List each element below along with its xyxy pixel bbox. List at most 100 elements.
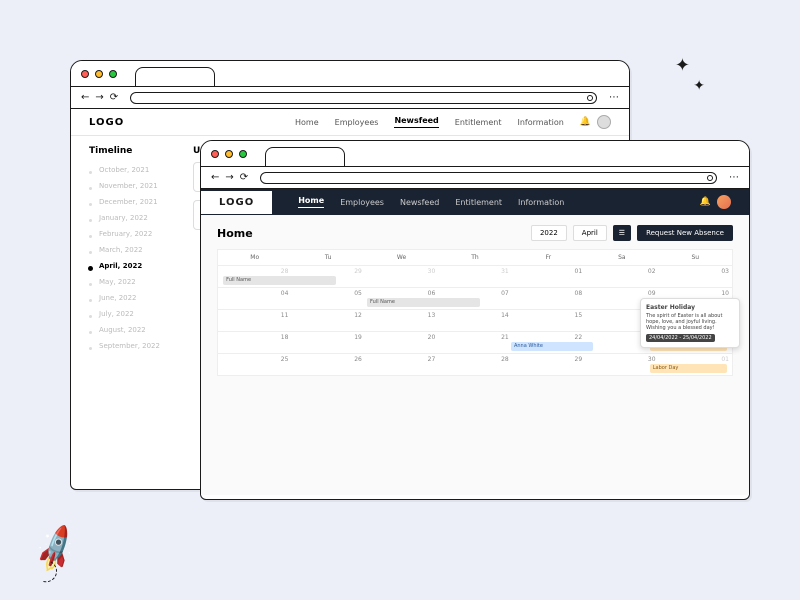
rocket-icon: 🚀 <box>29 523 84 577</box>
day-header: Mo <box>218 254 291 261</box>
calendar-cell[interactable]: 26 <box>291 354 364 375</box>
browser-toolbar: ← → ⟳ ⋯ <box>201 167 749 189</box>
url-bar[interactable] <box>260 172 717 184</box>
calendar-cell[interactable]: 12 <box>291 310 364 331</box>
calendar-cell[interactable]: 18 <box>218 332 291 353</box>
filter-icon[interactable]: ☰ <box>613 225 631 241</box>
event-bar[interactable]: Labor Day <box>650 364 727 373</box>
calendar-cell[interactable]: 25 <box>218 354 291 375</box>
calendar-cell[interactable]: 30 <box>585 354 658 375</box>
event-bar[interactable]: Anna White <box>511 342 593 351</box>
tooltip-title: Easter Holiday <box>646 304 734 311</box>
timeline-item[interactable]: March, 2022 <box>89 242 179 258</box>
calendar-cell[interactable]: 15 <box>512 310 585 331</box>
timeline-sidebar: Timeline October, 2021November, 2021Dece… <box>89 146 179 354</box>
month-select[interactable]: April <box>573 225 607 241</box>
minimize-icon[interactable] <box>225 150 233 158</box>
timeline-item[interactable]: July, 2022 <box>89 306 179 322</box>
calendar-cell[interactable]: 08 <box>512 288 585 309</box>
page-header: Home 2022 April ☰ Request New Absence <box>217 225 733 241</box>
nav-information[interactable]: Information <box>517 118 563 127</box>
nav-information[interactable]: Information <box>518 198 564 207</box>
nav-newsfeed[interactable]: Newsfeed <box>400 198 439 207</box>
year-select[interactable]: 2022 <box>531 225 567 241</box>
day-header: Sa <box>585 254 658 261</box>
app-navbar: LOGO Home Employees Newsfeed Entitlement… <box>201 189 749 215</box>
event-bar[interactable]: Full Name <box>367 298 480 307</box>
calendar-cell[interactable]: 11 <box>218 310 291 331</box>
reload-icon[interactable]: ⟳ <box>110 92 118 103</box>
notification-icon[interactable]: 🔔 <box>700 197 711 207</box>
nav-employees[interactable]: Employees <box>335 118 379 127</box>
calendar-cell[interactable]: 01 <box>512 266 585 287</box>
timeline-item[interactable]: November, 2021 <box>89 178 179 194</box>
calendar-cell[interactable]: 05 <box>291 288 364 309</box>
calendar-row: 25262728293001Labor Day <box>218 353 732 375</box>
forward-icon[interactable]: → <box>225 172 233 183</box>
timeline-item[interactable]: February, 2022 <box>89 226 179 242</box>
back-icon[interactable]: ← <box>81 92 89 103</box>
browser-tab[interactable] <box>265 147 345 167</box>
calendar-cell[interactable]: 13 <box>365 310 438 331</box>
event-bar[interactable]: Full Name <box>223 276 336 285</box>
timeline-item[interactable]: August, 2022 <box>89 322 179 338</box>
titlebar <box>71 61 629 87</box>
calendar-cell[interactable]: 30 <box>365 266 438 287</box>
browser-tab[interactable] <box>135 67 215 87</box>
browser-window-front: ← → ⟳ ⋯ LOGO Home Employees Newsfeed Ent… <box>200 140 750 500</box>
calendar-cell[interactable]: 02 <box>585 266 658 287</box>
calendar-cell[interactable]: 28 <box>438 354 511 375</box>
star-icon: ✦ <box>693 78 705 94</box>
nav-entitlement[interactable]: Entitlement <box>455 198 502 207</box>
timeline-item[interactable]: October, 2021 <box>89 162 179 178</box>
timeline-item[interactable]: December, 2021 <box>89 194 179 210</box>
request-absence-button[interactable]: Request New Absence <box>637 225 733 241</box>
logo: LOGO <box>201 191 272 214</box>
url-bar[interactable] <box>130 92 597 104</box>
calendar-cell[interactable]: 21 <box>438 332 511 353</box>
maximize-icon[interactable] <box>109 70 117 78</box>
app-navbar: LOGO Home Employees Newsfeed Entitlement… <box>71 109 629 136</box>
day-header: Tu <box>291 254 364 261</box>
avatar[interactable] <box>597 115 611 129</box>
close-icon[interactable] <box>81 70 89 78</box>
calendar-cell[interactable]: 19 <box>291 332 364 353</box>
calendar-cell[interactable]: 27 <box>365 354 438 375</box>
nav-entitlement[interactable]: Entitlement <box>455 118 502 127</box>
minimize-icon[interactable] <box>95 70 103 78</box>
notification-icon[interactable]: 🔔 <box>580 117 591 127</box>
logo: LOGO <box>89 117 124 128</box>
day-header: Th <box>438 254 511 261</box>
calendar-cell[interactable]: 20 <box>365 332 438 353</box>
close-icon[interactable] <box>211 150 219 158</box>
maximize-icon[interactable] <box>239 150 247 158</box>
tooltip-date: 24/04/2022 - 25/04/2022 <box>646 334 715 342</box>
nav-home[interactable]: Home <box>295 118 319 127</box>
star-icon: ✦ <box>675 55 690 76</box>
forward-icon[interactable]: → <box>95 92 103 103</box>
browser-toolbar: ← → ⟳ ⋯ <box>71 87 629 109</box>
timeline-item[interactable]: May, 2022 <box>89 274 179 290</box>
page-title: Home <box>217 227 525 240</box>
nav-employees[interactable]: Employees <box>340 198 384 207</box>
calendar-cell[interactable]: 14 <box>438 310 511 331</box>
day-header: Fr <box>512 254 585 261</box>
calendar-cell[interactable]: 04 <box>218 288 291 309</box>
timeline-item[interactable]: April, 2022 <box>89 258 179 274</box>
calendar: MoTuWeThFrSaSu 28293031010203Full Name04… <box>217 249 733 376</box>
avatar[interactable] <box>717 195 731 209</box>
calendar-cell[interactable]: 31 <box>438 266 511 287</box>
nav-newsfeed[interactable]: Newsfeed <box>394 116 438 128</box>
timeline-item[interactable]: September, 2022 <box>89 338 179 354</box>
timeline-item[interactable]: January, 2022 <box>89 210 179 226</box>
reload-icon[interactable]: ⟳ <box>240 172 248 183</box>
calendar-cell[interactable]: 03 <box>659 266 732 287</box>
back-icon[interactable]: ← <box>211 172 219 183</box>
menu-icon[interactable]: ⋯ <box>609 92 619 103</box>
nav-home[interactable]: Home <box>298 196 324 208</box>
calendar-cell[interactable]: 29 <box>512 354 585 375</box>
timeline-item[interactable]: June, 2022 <box>89 290 179 306</box>
titlebar <box>201 141 749 167</box>
menu-icon[interactable]: ⋯ <box>729 172 739 183</box>
tooltip-body: The spirit of Easter is all about hope, … <box>646 313 734 331</box>
